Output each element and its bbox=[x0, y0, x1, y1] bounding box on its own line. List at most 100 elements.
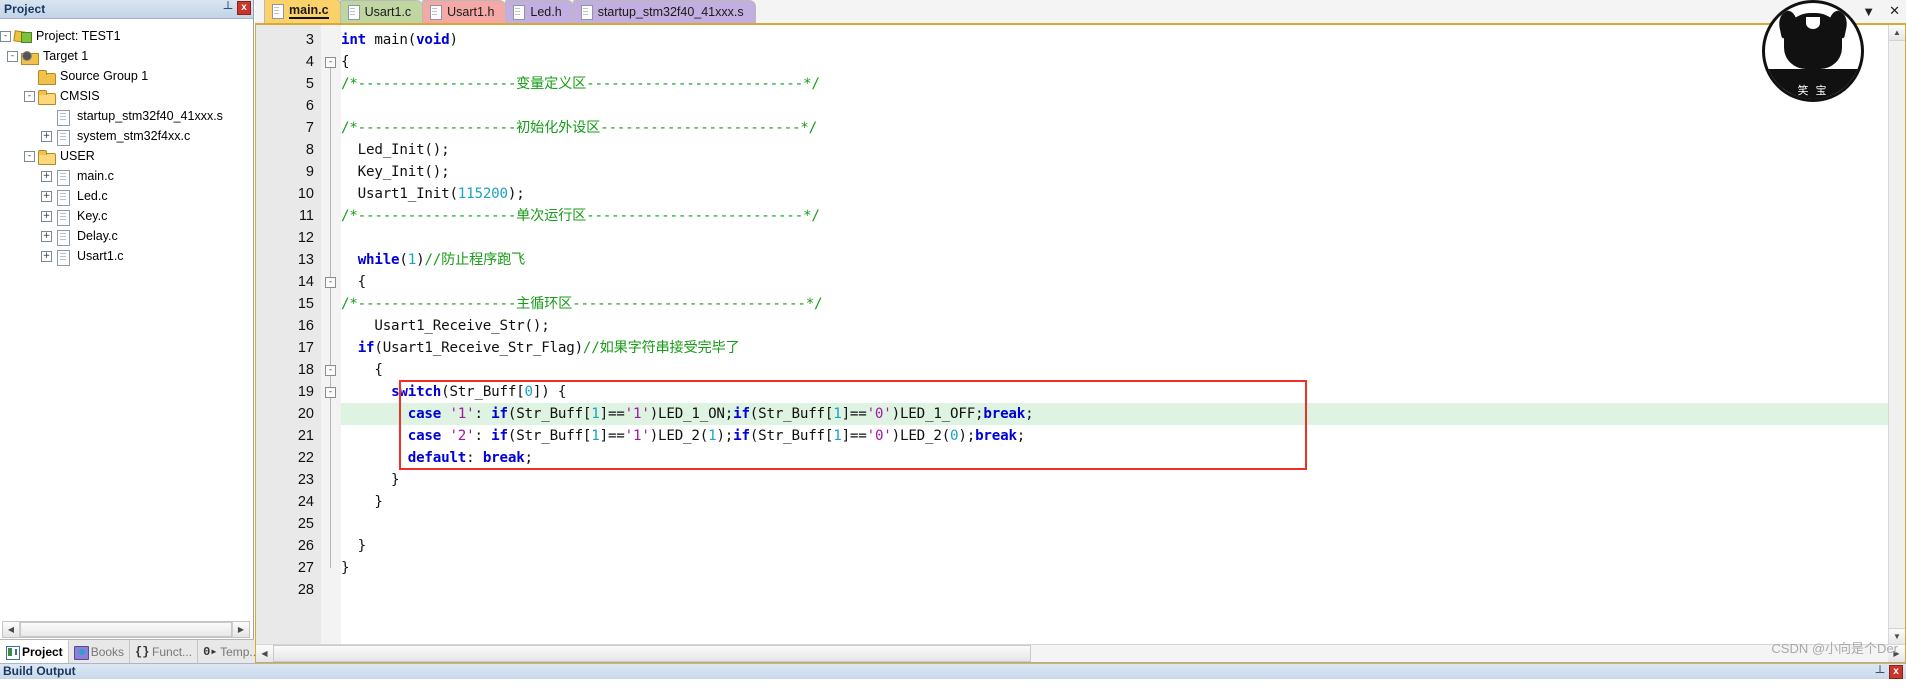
code-line[interactable]: int main(void) bbox=[341, 29, 458, 51]
code-line[interactable]: /*-------------------单次运行区--------------… bbox=[341, 205, 820, 227]
editor-tab-usart1h[interactable]: Usart1.h bbox=[422, 0, 507, 23]
code-line[interactable]: { bbox=[341, 359, 383, 381]
editor-tab-startup_stm32f40_41xxxs[interactable]: startup_stm32f40_41xxx.s bbox=[572, 0, 756, 23]
code-line[interactable]: } bbox=[341, 491, 383, 513]
tree-item[interactable]: startup_stm32f40_41xxx.s bbox=[0, 106, 253, 126]
close-icon[interactable]: ✕ bbox=[1889, 3, 1900, 19]
project-panel-titlebar: Project ┴ x bbox=[0, 0, 253, 19]
editor-tab-usart1c[interactable]: Usart1.c bbox=[339, 0, 424, 23]
pin-icon[interactable]: ┴ bbox=[222, 1, 234, 15]
tree-item[interactable]: + Usart1.c bbox=[0, 246, 253, 266]
line-number: 23 bbox=[297, 472, 314, 488]
project-tree[interactable]: - Project: TEST1 - Target 1 Source Group 1 - C… bbox=[0, 20, 253, 617]
collapse-icon[interactable]: - bbox=[7, 50, 18, 62]
collapse-icon[interactable]: - bbox=[24, 150, 35, 162]
code-token: /*-------------------单次运行区--------------… bbox=[341, 208, 820, 224]
code-token: /*-------------------初始化外设区-------------… bbox=[341, 120, 817, 136]
panel-tab-project[interactable]: Project bbox=[0, 640, 69, 663]
collapse-icon[interactable]: - bbox=[0, 30, 11, 42]
code-line[interactable]: } bbox=[341, 557, 350, 579]
fold-toggle-icon[interactable]: - bbox=[325, 365, 336, 376]
code-line[interactable]: Led_Init(); bbox=[341, 139, 450, 161]
code-token: Led_Init(); bbox=[341, 142, 450, 158]
editor-hscroll-thumb[interactable] bbox=[273, 645, 1031, 662]
expand-icon[interactable]: + bbox=[41, 170, 52, 182]
project-bottom-tabs[interactable]: Project Books {} Funct... 0▸ Temp... bbox=[0, 639, 266, 663]
line-number: 3 bbox=[305, 32, 314, 48]
code-token: ; bbox=[524, 450, 534, 466]
collapse-icon[interactable]: - bbox=[24, 90, 35, 102]
chevron-down-icon[interactable]: ▼ bbox=[1862, 4, 1875, 19]
tree-item[interactable]: - USER bbox=[0, 146, 253, 166]
code-editor-surface[interactable]: int main(void) { /*-------------------变量定义… bbox=[341, 25, 1888, 644]
code-line[interactable]: case '1': if(Str_Buff[1]=='1')LED_1_ON;i… bbox=[341, 403, 1034, 425]
code-line[interactable]: } bbox=[341, 469, 400, 491]
editor-tab-label: Usart1.h bbox=[447, 5, 495, 19]
tree-item-label: system_stm32f4xx.c bbox=[77, 129, 191, 143]
code-line[interactable]: /*-------------------变量定义区--------------… bbox=[341, 73, 820, 95]
code-line[interactable]: /*-------------------主循环区---------------… bbox=[341, 293, 823, 315]
code-line[interactable]: /*-------------------初始化外设区-------------… bbox=[341, 117, 817, 139]
fold-toggle-icon[interactable]: - bbox=[325, 277, 336, 288]
editor-vscrollbar[interactable]: ▲ ▼ bbox=[1888, 25, 1905, 644]
scroll-left-icon[interactable]: ◀ bbox=[256, 645, 273, 662]
project-hscroll-thumb[interactable] bbox=[20, 622, 232, 637]
close-icon[interactable]: x bbox=[237, 1, 251, 15]
panel-tab-books[interactable]: Books bbox=[68, 640, 131, 663]
tree-item[interactable]: + Delay.c bbox=[0, 226, 253, 246]
file-icon bbox=[347, 5, 360, 20]
code-token: (Str_Buff[ bbox=[749, 406, 834, 422]
code-line[interactable]: while(1)//防止程序跑飞 bbox=[341, 249, 526, 271]
code-token: default bbox=[407, 450, 467, 466]
editor-hscroll-track[interactable] bbox=[1031, 645, 1888, 662]
line-number: 15 bbox=[297, 296, 314, 312]
expand-icon[interactable]: + bbox=[41, 250, 52, 262]
templates-icon: 0▸ bbox=[203, 644, 218, 659]
code-line[interactable]: { bbox=[341, 51, 350, 73]
expand-icon[interactable]: + bbox=[41, 130, 52, 142]
code-line[interactable]: if(Usart1_Receive_Str_Flag)//如果字符串接受完毕了 bbox=[341, 337, 740, 359]
chevron-up-icon[interactable]: ▲ bbox=[1889, 25, 1905, 41]
project-panel-title: Project bbox=[4, 2, 46, 16]
tree-item[interactable]: - CMSIS bbox=[0, 86, 253, 106]
code-token: (Str_Buff[ bbox=[441, 384, 525, 400]
editor-area: main.c Usart1.c Usart1.h Led.h startup_stm32… bbox=[255, 0, 1906, 663]
code-line[interactable]: { bbox=[341, 271, 367, 293]
project-panel-hscrollbar[interactable]: ◀ ▶ bbox=[2, 621, 250, 638]
code-token: } bbox=[341, 472, 400, 488]
tree-item[interactable]: - Target 1 bbox=[0, 46, 253, 66]
editor-tab-mainc[interactable]: main.c bbox=[264, 0, 341, 23]
code-line[interactable]: Usart1_Init(115200); bbox=[341, 183, 525, 205]
code-line[interactable]: case '2': if(Str_Buff[1]=='1')LED_2(1);i… bbox=[341, 425, 1026, 447]
expand-icon[interactable]: + bbox=[41, 190, 52, 202]
close-icon[interactable]: x bbox=[1889, 665, 1903, 679]
code-line[interactable]: } bbox=[341, 535, 367, 557]
code-line[interactable]: Key_Init(); bbox=[341, 161, 450, 183]
code-line[interactable]: switch(Str_Buff[0]) { bbox=[341, 381, 566, 403]
code-line[interactable]: Usart1_Receive_Str(); bbox=[341, 315, 549, 337]
editor-hscrollbar[interactable]: ◀ ▶ bbox=[256, 644, 1905, 662]
scroll-right-icon[interactable]: ▶ bbox=[232, 622, 249, 637]
editor-tab-ledh[interactable]: Led.h bbox=[505, 0, 574, 23]
file-icon bbox=[55, 129, 72, 146]
tree-item[interactable]: + Led.c bbox=[0, 186, 253, 206]
panel-tab-funct[interactable]: {} Funct... bbox=[130, 640, 199, 663]
tree-item[interactable]: - Project: TEST1 bbox=[0, 26, 253, 46]
editor-tabstrip[interactable]: main.c Usart1.c Usart1.h Led.h startup_stm32… bbox=[255, 0, 1906, 25]
tree-item[interactable]: Source Group 1 bbox=[0, 66, 253, 86]
expand-icon[interactable]: + bbox=[41, 230, 52, 242]
fold-toggle-icon[interactable]: - bbox=[325, 387, 336, 398]
tree-item[interactable]: + Key.c bbox=[0, 206, 253, 226]
expand-icon[interactable]: + bbox=[41, 210, 52, 222]
pin-icon[interactable]: ┴ bbox=[1874, 665, 1886, 679]
fold-toggle-icon[interactable]: - bbox=[325, 57, 336, 68]
scroll-left-icon[interactable]: ◀ bbox=[3, 622, 20, 637]
code-line[interactable]: default: break; bbox=[341, 447, 533, 469]
tree-item[interactable]: + system_stm32f4xx.c bbox=[0, 126, 253, 146]
project-panel-titlebar-buttons: ┴ x bbox=[222, 1, 251, 15]
code-folding-gutter[interactable]: - - - - bbox=[321, 25, 342, 644]
code-token: { bbox=[341, 274, 367, 290]
code-token: Usart1_Init( bbox=[341, 186, 458, 202]
code-token: { bbox=[341, 54, 350, 70]
tree-item[interactable]: + main.c bbox=[0, 166, 253, 186]
